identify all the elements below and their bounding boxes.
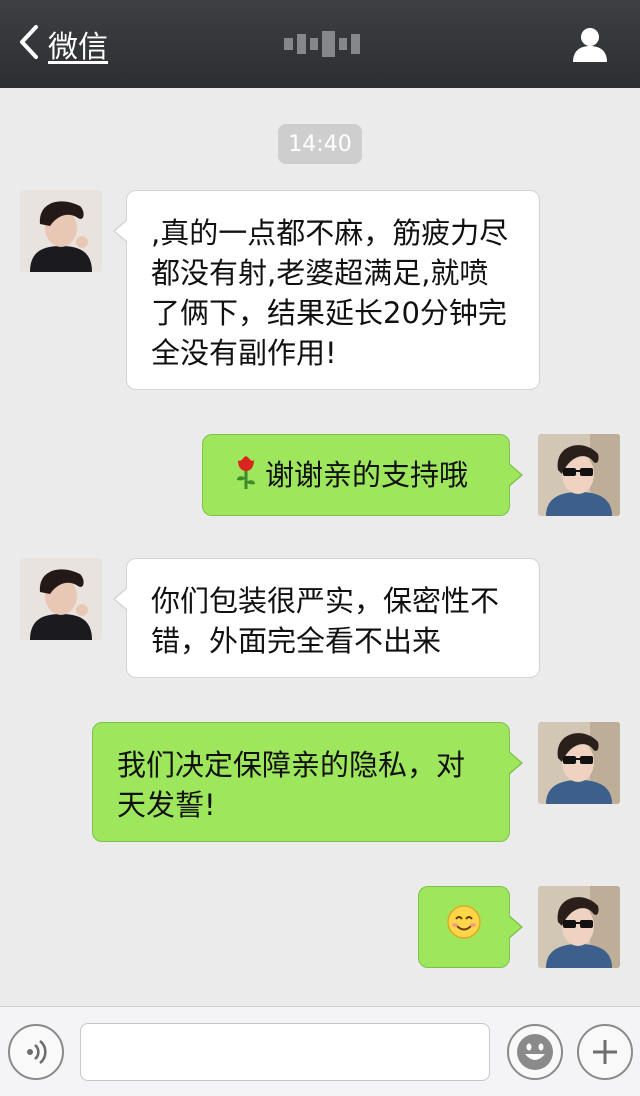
chevron-left-icon xyxy=(18,24,40,64)
back-label: 微信 xyxy=(48,30,108,65)
emoji-icon[interactable] xyxy=(507,1024,563,1080)
voice-icon[interactable] xyxy=(8,1024,64,1080)
message-text: ,真的一点都不麻，筋疲力尽都没有射,老婆超满足,就喷了俩下，结果延长20分钟完全… xyxy=(151,216,509,370)
my-avatar[interactable] xyxy=(538,722,620,804)
input-toolbar xyxy=(0,1006,640,1096)
message-received[interactable]: ,真的一点都不麻，筋疲力尽都没有射,老婆超满足,就喷了俩下，结果延长20分钟完全… xyxy=(113,190,540,390)
message-input[interactable] xyxy=(80,1023,490,1081)
my-avatar[interactable] xyxy=(538,434,620,516)
message-sent[interactable] xyxy=(418,886,523,968)
contact-avatar[interactable] xyxy=(20,190,102,272)
timestamp-badge: 14:40 xyxy=(278,124,362,164)
chat-title-obscured xyxy=(284,24,360,64)
chat-area[interactable]: 14:40 ,真的一点都不麻，筋疲力尽都没有射,老婆超满足,就喷了俩下，结果延长… xyxy=(0,88,640,1006)
rose-icon xyxy=(233,454,259,500)
person-icon[interactable] xyxy=(570,24,610,64)
message-received[interactable]: 你们包装很严实，保密性不错，外面完全看不出来 xyxy=(113,558,540,678)
back-button[interactable]: 微信 xyxy=(18,20,108,68)
message-sent[interactable]: 谢谢亲的支持哦 xyxy=(202,434,523,516)
message-text: 你们包装很严实，保密性不错，外面完全看不出来 xyxy=(151,584,500,658)
top-nav-bar: 微信 xyxy=(0,0,640,88)
message-text: 我们决定保障亲的隐私，对天发誓! xyxy=(117,748,466,822)
message-text: 谢谢亲的支持哦 xyxy=(265,458,469,492)
message-sent[interactable]: 我们决定保障亲的隐私，对天发誓! xyxy=(92,722,523,842)
my-avatar[interactable] xyxy=(538,886,620,968)
plus-icon[interactable] xyxy=(577,1024,633,1080)
smiley-emoji-icon xyxy=(446,904,482,950)
contact-avatar[interactable] xyxy=(20,558,102,640)
